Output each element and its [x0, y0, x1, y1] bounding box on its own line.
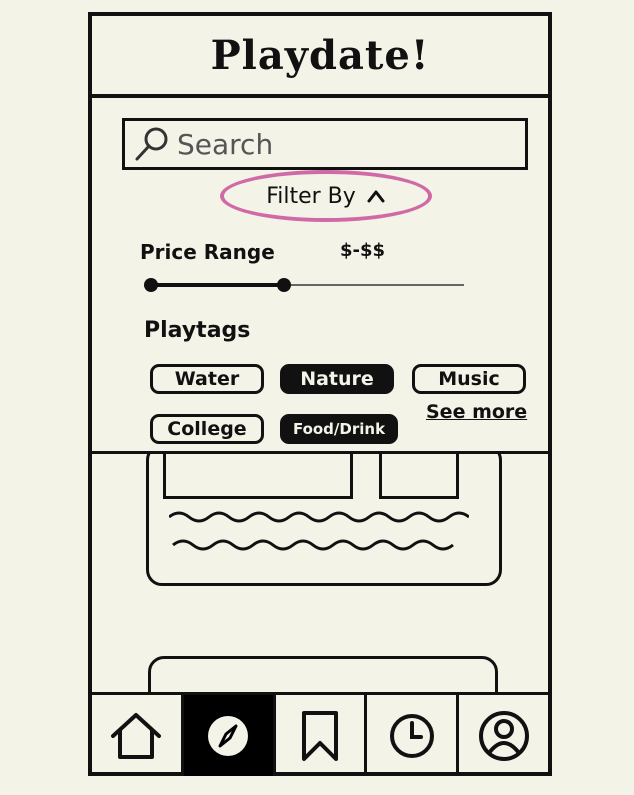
filter-by-label: Filter By	[266, 183, 356, 209]
result-card[interactable]	[148, 656, 498, 692]
search-placeholder: Search	[177, 127, 274, 161]
compass-icon	[208, 715, 249, 756]
tag-label: Music	[438, 368, 500, 390]
see-more-link[interactable]: See more	[426, 401, 527, 423]
playtags-label: Playtags	[144, 318, 251, 343]
slider-min-handle[interactable]	[144, 278, 158, 292]
card-text-placeholder	[169, 511, 469, 551]
search-input[interactable]: Search	[122, 118, 528, 170]
app-header: Playdate!	[92, 16, 548, 98]
bookmark-icon	[301, 710, 338, 761]
slider-max-handle[interactable]	[276, 278, 291, 292]
tag-label: Food/Drink	[292, 420, 386, 438]
tag-label: Water	[174, 368, 240, 390]
nav-home[interactable]	[92, 695, 184, 776]
phone-frame: Playdate! Search Filter By Price Range $…	[88, 12, 552, 776]
tag-label: Nature	[300, 368, 374, 390]
slider-fill	[148, 283, 284, 287]
price-range-slider[interactable]	[144, 276, 468, 296]
search-icon	[135, 127, 168, 161]
bottom-nav	[92, 692, 548, 776]
tag-music[interactable]: Music	[412, 364, 526, 394]
nav-profile[interactable]	[459, 695, 548, 776]
price-range-value: $-$$	[340, 240, 386, 261]
nav-saved[interactable]	[276, 695, 368, 776]
nav-explore[interactable]	[183, 695, 276, 776]
home-icon	[111, 712, 162, 759]
chevron-up-icon	[367, 190, 385, 203]
card-image-placeholder	[163, 454, 353, 499]
tag-food-drink[interactable]: Food/Drink	[280, 414, 398, 444]
results-list	[92, 454, 548, 692]
tag-water[interactable]: Water	[150, 364, 264, 394]
filter-panel: Search Filter By Price Range $-$$ Playta…	[92, 98, 548, 454]
clock-icon	[389, 713, 434, 758]
tag-label: College	[167, 418, 247, 440]
price-range-label: Price Range	[140, 240, 275, 264]
nav-history[interactable]	[367, 695, 460, 776]
result-card[interactable]	[146, 454, 502, 586]
tag-nature[interactable]: Nature	[280, 364, 394, 394]
filter-by-toggle[interactable]: Filter By	[220, 170, 432, 222]
profile-icon	[478, 710, 529, 761]
app-title: Playdate!	[210, 31, 430, 79]
card-image-placeholder	[379, 454, 459, 499]
tag-college[interactable]: College	[150, 414, 264, 444]
